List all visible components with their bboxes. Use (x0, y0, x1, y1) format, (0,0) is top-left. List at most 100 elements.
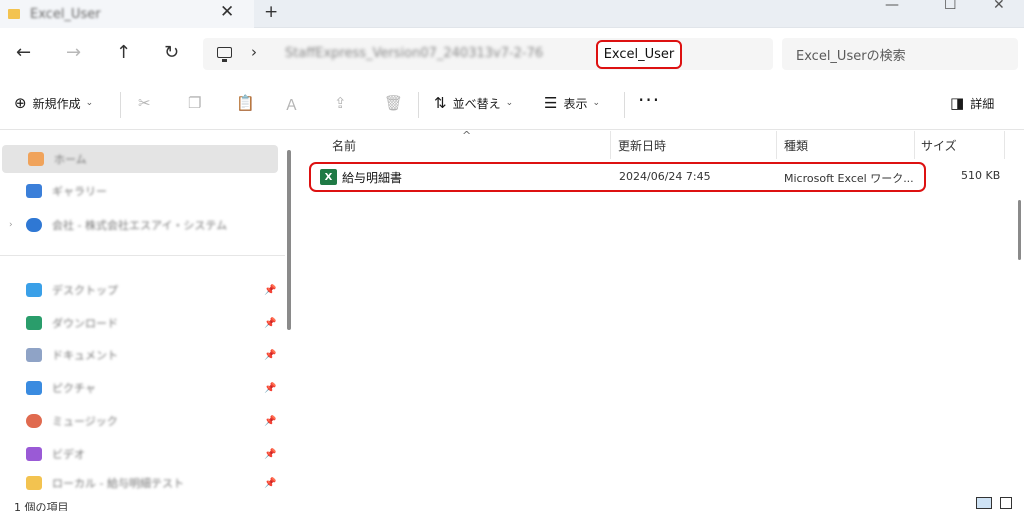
column-divider[interactable] (1004, 131, 1005, 159)
forward-button[interactable]: → (66, 42, 81, 63)
sidebar-item-videos[interactable]: ビデオ 📌 (0, 440, 285, 468)
music-icon (26, 414, 42, 428)
sidebar-item-gallery[interactable]: ギャラリー (0, 177, 285, 205)
chevron-right-icon[interactable]: › (251, 43, 257, 61)
sidebar-item-onedrive[interactable]: › 会社 - 株式会社エスアイ・システム (0, 211, 285, 239)
plus-circle-icon: ⊕ (14, 94, 27, 112)
sidebar-item-label: ピクチャ (52, 382, 96, 395)
search-input[interactable]: Excel_Userの検索 (782, 38, 1018, 70)
maximize-button[interactable]: ☐ (944, 0, 957, 13)
tab-title: Excel_User (30, 6, 101, 22)
new-button[interactable]: ⊕ 新規作成 ⌄ (14, 94, 93, 112)
column-header-name[interactable]: 名前 (332, 131, 356, 159)
file-type: Microsoft Excel ワーク... (784, 172, 914, 185)
details-label: 詳細 (970, 96, 995, 111)
folder-icon (26, 476, 42, 490)
details-pane-icon: ◨ (950, 94, 965, 112)
separator (418, 92, 419, 118)
column-header-date[interactable]: 更新日時 (618, 131, 666, 159)
sidebar-item-label: ギャラリー (52, 185, 107, 198)
paste-button[interactable]: 📋 (236, 94, 261, 112)
close-window-button[interactable]: ✕ (993, 0, 1005, 13)
pin-icon: 📌 (264, 349, 277, 361)
sidebar-item-label: 会社 - 株式会社エスアイ・システム (52, 219, 228, 232)
view-button[interactable]: ☰ 表示 ⌄ (544, 94, 600, 112)
column-header-size[interactable]: サイズ (921, 131, 957, 159)
pin-icon: 📌 (264, 382, 277, 394)
sidebar-item-label: ローカル - 給与明細テスト (52, 477, 184, 490)
sort-button[interactable]: ⇅ 並べ替え ⌄ (434, 94, 513, 112)
details-pane-button[interactable]: ◨ 詳細 (950, 94, 994, 112)
file-row[interactable]: X 給与明細書 2024/06/24 7:45 Microsoft Excel … (309, 162, 926, 192)
navigation-pane: ホーム ギャラリー › 会社 - 株式会社エスアイ・システム デスクトップ 📌 … (0, 131, 285, 497)
share-icon: ⇪ (334, 94, 347, 112)
sidebar-item-label: ドキュメント (52, 349, 118, 362)
chevron-right-icon[interactable]: › (9, 220, 13, 230)
item-count: 1 個の項目 (14, 501, 69, 511)
pin-icon: 📌 (264, 477, 277, 489)
sidebar-item-home[interactable]: ホーム (2, 145, 278, 173)
sidebar-item-label: ホーム (54, 153, 87, 166)
trash-icon: 🗑 (384, 94, 404, 112)
column-divider[interactable] (776, 131, 777, 159)
sidebar-item-music[interactable]: ミュージック 📌 (0, 407, 285, 435)
new-label: 新規作成 (32, 96, 81, 111)
new-tab-button[interactable]: + (264, 2, 278, 22)
chevron-down-icon: ⌄ (85, 98, 94, 108)
back-button[interactable]: ← (16, 42, 31, 63)
download-icon (26, 316, 42, 330)
sidebar-item-desktop[interactable]: デスクトップ 📌 (0, 276, 285, 304)
share-button[interactable]: ⇪ (334, 94, 353, 112)
sort-label: 並べ替え (452, 96, 501, 111)
excel-icon: X (320, 169, 337, 185)
sidebar-scrollbar[interactable] (287, 150, 291, 330)
sidebar-item-label: ダウンロード (52, 317, 118, 330)
pin-icon: 📌 (264, 317, 277, 329)
documents-icon (26, 348, 42, 362)
delete-button[interactable]: 🗑 (384, 94, 409, 112)
breadcrumb-parent[interactable]: StaffExpress_Version07_240313v7-2-76 (285, 46, 543, 61)
address-bar[interactable]: › StaffExpress_Version07_240313v7-2-76 E… (203, 38, 773, 70)
file-list: ^ 名前 更新日時 種類 サイズ X 給与明細書 2024/06/24 7:45… (298, 129, 1012, 497)
minimize-button[interactable]: — (885, 0, 899, 13)
cut-button[interactable]: ✂ (138, 94, 157, 112)
details-view-button[interactable] (976, 497, 992, 509)
rename-button[interactable]: Ａ (284, 94, 305, 115)
scissors-icon: ✂ (138, 94, 151, 112)
column-header-type[interactable]: 種類 (784, 131, 808, 159)
tab-excel-user[interactable]: Excel_User ✕ (0, 0, 254, 28)
onedrive-icon (26, 218, 42, 232)
sidebar-item-label: ミュージック (52, 415, 118, 428)
status-bar: 1 個の項目 (0, 497, 1024, 511)
folder-icon (8, 9, 20, 19)
sidebar-item-pictures[interactable]: ピクチャ 📌 (0, 374, 285, 402)
close-tab-icon[interactable]: ✕ (220, 2, 234, 22)
tiles-view-button[interactable] (1000, 497, 1012, 509)
desktop-icon (26, 283, 42, 297)
sidebar-item-downloads[interactable]: ダウンロード 📌 (0, 309, 285, 337)
file-list-scrollbar[interactable] (1018, 200, 1021, 260)
this-pc-icon[interactable] (217, 47, 232, 62)
sidebar-item-local-folder[interactable]: ローカル - 給与明細テスト 📌 (0, 469, 285, 497)
sort-icon: ⇅ (434, 94, 447, 112)
breadcrumb-current-folder[interactable]: Excel_User (596, 40, 682, 69)
pin-icon: 📌 (264, 284, 277, 296)
copy-icon: ❐ (188, 94, 202, 112)
address-row: ← → ↑ ↻ › StaffExpress_Version07_240313v… (0, 28, 1024, 80)
chevron-down-icon: ⌄ (592, 98, 601, 108)
more-options-button[interactable]: ··· (638, 88, 660, 112)
column-divider[interactable] (914, 131, 915, 159)
pictures-icon (26, 381, 42, 395)
separator (624, 92, 625, 118)
copy-button[interactable]: ❐ (188, 94, 207, 112)
file-name: 給与明細書 (342, 171, 403, 185)
column-divider[interactable] (610, 131, 611, 159)
sort-ascending-icon: ^ (462, 129, 472, 142)
refresh-button[interactable]: ↻ (164, 42, 179, 63)
up-button[interactable]: ↑ (116, 42, 131, 63)
home-icon (28, 152, 44, 166)
file-date: 2024/06/24 7:45 (619, 170, 711, 183)
pin-icon: 📌 (264, 415, 277, 427)
sidebar-item-documents[interactable]: ドキュメント 📌 (0, 341, 285, 369)
pin-icon: 📌 (264, 448, 277, 460)
